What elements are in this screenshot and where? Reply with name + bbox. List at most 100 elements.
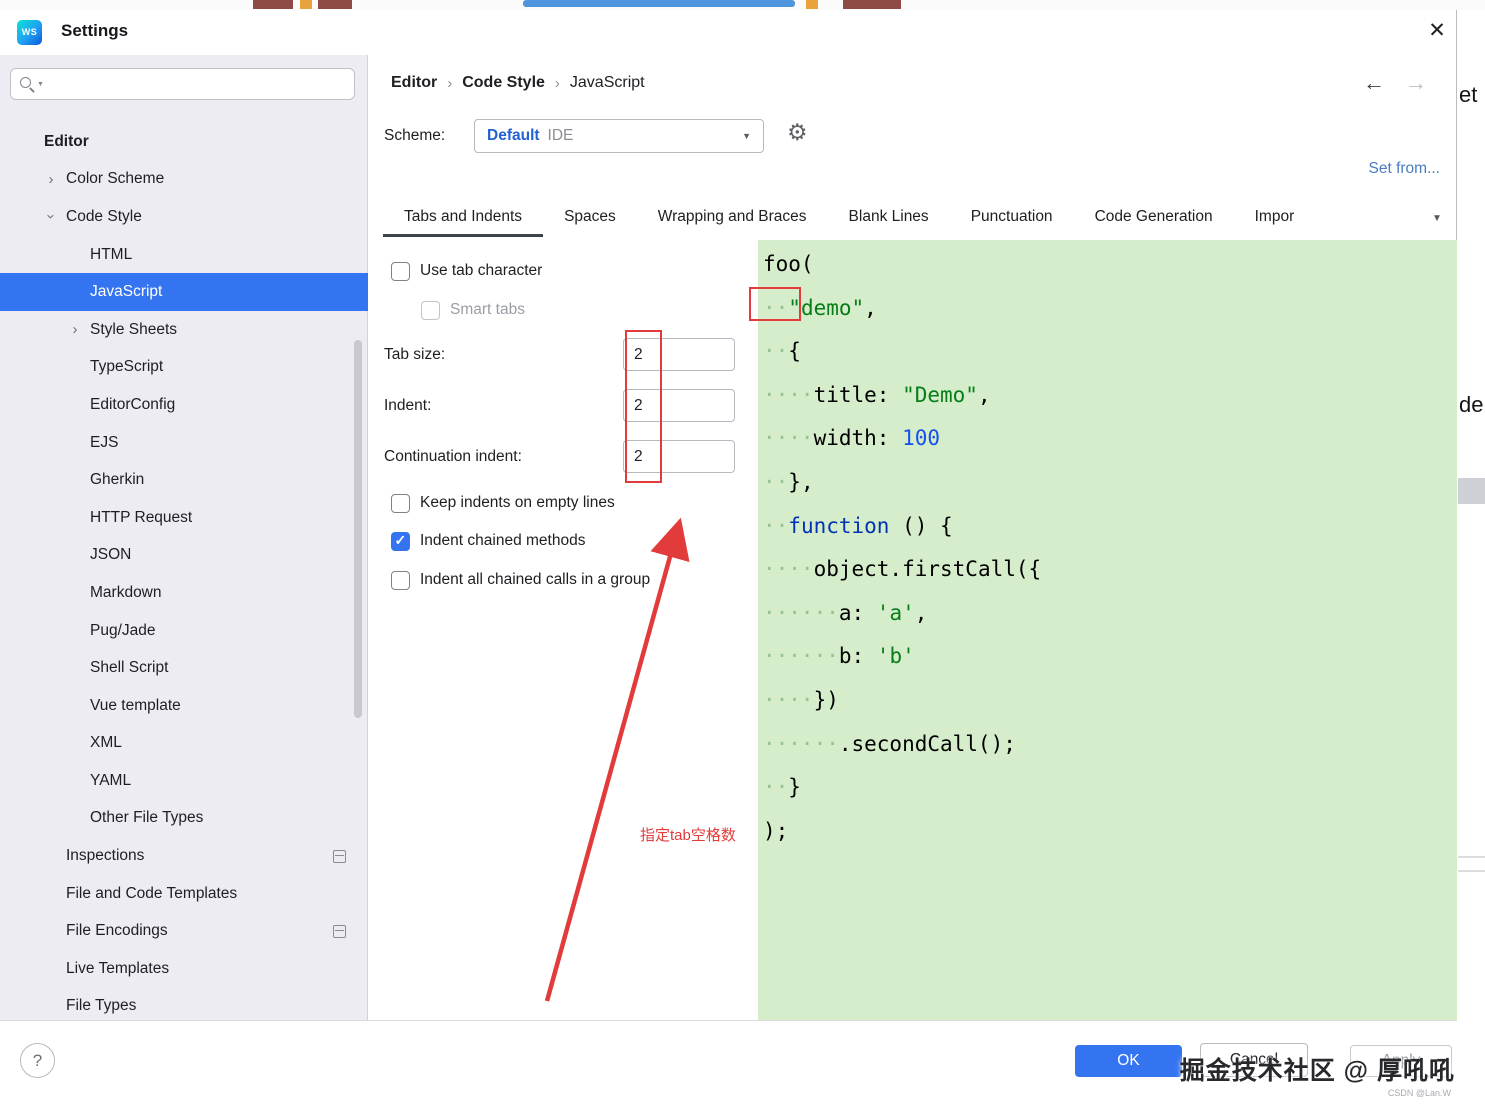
- code-token: ,: [914, 600, 928, 625]
- chevron-down-icon: ▼: [742, 131, 751, 141]
- sidebar-item-label: Markdown: [90, 583, 162, 601]
- code-line: ··}: [763, 766, 1457, 810]
- close-button[interactable]: ✕: [1422, 16, 1452, 46]
- checkbox-box[interactable]: [391, 570, 410, 590]
- sidebar-item-yaml[interactable]: ›YAML: [0, 762, 368, 800]
- sidebar-item-label: XML: [90, 734, 122, 752]
- whitespace-dots: ··: [763, 339, 789, 364]
- help-button[interactable]: ?: [20, 1043, 55, 1078]
- set-from-link[interactable]: Set from...: [1369, 160, 1441, 178]
- forward-arrow-icon[interactable]: →: [1405, 70, 1427, 96]
- scheme-suffix: IDE: [547, 127, 574, 144]
- scrollbar-thumb[interactable]: [354, 340, 362, 718]
- external-config-icon: [333, 924, 346, 938]
- scheme-dropdown[interactable]: Default IDE ▼: [474, 119, 764, 153]
- code-token: foo(: [763, 252, 814, 276]
- code-token: );: [763, 818, 789, 843]
- dialog-footer: ? OK Cancel Apply 掘金技术社区 @ 厚吼吼 CSDN @Lan…: [0, 1020, 1457, 1112]
- sidebar-item-style-sheets[interactable]: › Style Sheets: [0, 311, 368, 349]
- sidebar-item-label: Editor: [44, 132, 89, 150]
- code-line: ··"demo",: [763, 287, 1457, 331]
- annotation-note: 指定tab空格数: [640, 827, 736, 844]
- tab-impor[interactable]: Impor: [1234, 200, 1295, 237]
- sidebar-item-file-and-code-templates[interactable]: ›File and Code Templates: [0, 875, 368, 913]
- checkbox-label: Indent chained methods: [420, 532, 586, 549]
- sidebar-item-ejs[interactable]: ›EJS: [0, 424, 368, 462]
- settings-sidebar: ▼ Editor›Color Scheme›Code Style›HTML›Ja…: [0, 55, 368, 1020]
- sidebar-item-live-templates[interactable]: ›Live Templates: [0, 950, 368, 988]
- tab-punctuation[interactable]: Punctuation: [950, 200, 1074, 237]
- breadcrumb-item-javascript[interactable]: JavaScript: [570, 74, 645, 92]
- sidebar-item-code-style[interactable]: › Code Style: [0, 198, 368, 236]
- settings-search-box[interactable]: ▼: [10, 68, 355, 100]
- sidebar-item-label: File Types: [66, 997, 137, 1015]
- background-fragment: [523, 0, 795, 7]
- tab-wrapping-and-braces[interactable]: Wrapping and Braces: [637, 200, 828, 237]
- sidebar-item-label: Shell Script: [90, 659, 169, 677]
- sidebar-item-vue-template[interactable]: ›Vue template: [0, 687, 368, 725]
- code-token: {: [788, 339, 801, 364]
- chevron-collapsed-icon[interactable]: ›: [44, 171, 58, 188]
- checkbox-box[interactable]: [391, 531, 410, 551]
- code-token: ,: [864, 295, 877, 320]
- sidebar-item-label: File Encodings: [66, 922, 168, 940]
- search-input[interactable]: [49, 75, 345, 93]
- external-config-icon: [333, 849, 346, 863]
- sidebar-item-label: JavaScript: [90, 283, 163, 301]
- breadcrumb: Editor › Code Style › JavaScript: [391, 74, 645, 92]
- scheme-gear-icon[interactable]: ⚙: [787, 119, 808, 146]
- tab-overflow-chevron-icon[interactable]: ▼: [1432, 213, 1442, 224]
- whitespace-dots: ····: [763, 426, 814, 451]
- sidebar-item-xml[interactable]: ›XML: [0, 725, 368, 763]
- sidebar-item-typescript[interactable]: ›TypeScript: [0, 349, 368, 387]
- sidebar-item-html[interactable]: ›HTML: [0, 236, 368, 274]
- sidebar-item-shell-script[interactable]: ›Shell Script: [0, 649, 368, 687]
- checkbox-smart-tabs[interactable]: Smart tabs: [421, 300, 525, 320]
- checkbox-indent-chained-methods[interactable]: Indent chained methods: [391, 531, 585, 551]
- checkbox-box[interactable]: [421, 300, 440, 320]
- search-history-chevron-icon[interactable]: ▼: [37, 81, 44, 88]
- annotation-rect-inputs: [625, 330, 662, 483]
- background-text-fragment: et: [1459, 82, 1478, 107]
- chevron-expanded-icon[interactable]: ›: [43, 210, 60, 224]
- sidebar-item-color-scheme[interactable]: › Color Scheme: [0, 161, 368, 199]
- whitespace-dots: ····: [763, 687, 814, 712]
- code-token: a:: [838, 600, 877, 625]
- settings-tree: Editor›Color Scheme›Code Style›HTML›Java…: [0, 123, 368, 1025]
- sidebar-item-gherkin[interactable]: ›Gherkin: [0, 461, 368, 499]
- whitespace-dots: ······: [763, 644, 839, 669]
- breadcrumb-item-code-style[interactable]: Code Style: [462, 74, 545, 92]
- sidebar-item-editor[interactable]: Editor: [0, 123, 368, 161]
- back-arrow-icon[interactable]: ←: [1363, 70, 1385, 96]
- chevron-collapsed-icon[interactable]: ›: [68, 321, 82, 338]
- code-preview-panel: foo(··"demo", ··{····title: "Demo", ····wi…: [758, 240, 1457, 1020]
- scheme-label: Scheme:: [384, 127, 446, 144]
- checkbox-box[interactable]: [391, 493, 410, 513]
- checkbox-use-tab-character[interactable]: Use tab character: [391, 261, 542, 281]
- checkbox-indent-all-chained-calls[interactable]: Indent all chained calls in a group: [391, 570, 650, 590]
- sidebar-item-pug-jade[interactable]: ›Pug/Jade: [0, 612, 368, 650]
- sidebar-item-inspections[interactable]: ›Inspections: [0, 837, 368, 875]
- code-line: ····title: "Demo",: [763, 374, 1457, 418]
- sidebar-item-label: TypeScript: [90, 358, 164, 376]
- whitespace-dots: ··: [763, 513, 789, 538]
- sidebar-item-markdown[interactable]: ›Markdown: [0, 574, 368, 612]
- tab-spaces[interactable]: Spaces: [543, 200, 637, 237]
- checkbox-box[interactable]: [391, 261, 410, 281]
- sidebar-item-other-file-types[interactable]: ›Other File Types: [0, 800, 368, 838]
- breadcrumb-item-editor[interactable]: Editor: [391, 74, 437, 92]
- sidebar-item-editorconfig[interactable]: ›EditorConfig: [0, 386, 368, 424]
- sidebar-item-file-encodings[interactable]: ›File Encodings: [0, 912, 368, 950]
- whitespace-dots: ······: [763, 731, 839, 756]
- sidebar-item-json[interactable]: ›JSON: [0, 537, 368, 575]
- checkbox-label: Indent all chained calls in a group: [420, 571, 651, 588]
- sidebar-item-http-request[interactable]: ›HTTP Request: [0, 499, 368, 537]
- tab-blank-lines[interactable]: Blank Lines: [828, 200, 950, 237]
- sidebar-item-label: Other File Types: [90, 809, 204, 827]
- breadcrumb-separator: ›: [447, 74, 453, 92]
- tab-tabs-and-indents[interactable]: Tabs and Indents: [383, 200, 544, 237]
- sidebar-item-label: File and Code Templates: [66, 884, 238, 902]
- checkbox-keep-indents-on-empty-lines[interactable]: Keep indents on empty lines: [391, 493, 615, 513]
- sidebar-item-javascript[interactable]: ›JavaScript: [0, 273, 368, 311]
- tab-code-generation[interactable]: Code Generation: [1074, 200, 1234, 237]
